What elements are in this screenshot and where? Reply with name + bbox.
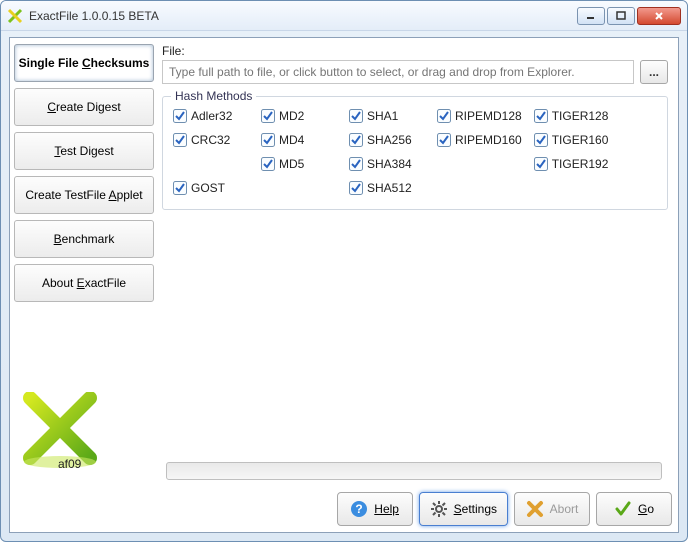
checkbox-icon <box>261 133 275 147</box>
checkbox-sha256[interactable]: SHA256 <box>349 131 425 149</box>
checkbox-icon <box>349 109 363 123</box>
checkbox-ripemd128[interactable]: RIPEMD128 <box>437 107 522 125</box>
checkbox-md2[interactable]: MD2 <box>261 107 337 125</box>
checkbox-icon <box>261 157 275 171</box>
checkbox-tiger128[interactable]: TIGER128 <box>534 107 610 125</box>
group-title: Hash Methods <box>171 89 256 103</box>
tab-create-testfile-applet[interactable]: Create TestFile Applet <box>14 176 154 214</box>
checkbox-adler32[interactable]: Adler32 <box>173 107 249 125</box>
brand-logo: af09 <box>14 388 154 480</box>
app-window: ExactFile 1.0.0.15 BETA Single File Chec… <box>0 0 688 542</box>
checkbox-md5[interactable]: MD5 <box>261 155 337 173</box>
checkbox-icon <box>534 109 548 123</box>
browse-button[interactable]: ... <box>640 60 668 84</box>
checkbox-sha384[interactable]: SHA384 <box>349 155 425 173</box>
checkbox-icon <box>349 157 363 171</box>
checkbox-icon <box>534 133 548 147</box>
gear-icon <box>430 500 448 518</box>
checkbox-icon <box>349 133 363 147</box>
checkbox-icon <box>437 109 451 123</box>
progress-bar <box>166 462 662 480</box>
help-icon: ? <box>350 500 368 518</box>
tab-about-exactfile[interactable]: About ExactFile <box>14 264 154 302</box>
checkbox-ripemd160[interactable]: RIPEMD160 <box>437 131 522 149</box>
cancel-icon <box>526 500 544 518</box>
minimize-button[interactable] <box>577 7 605 25</box>
checkbox-md4[interactable]: MD4 <box>261 131 337 149</box>
help-button[interactable]: ? Help <box>337 492 413 526</box>
bottom-toolbar: ? Help Settings Abort Go <box>10 486 678 532</box>
content-panel: File: ... Hash Methods Adler32 CRC32 GOST M… <box>158 38 678 486</box>
hash-methods-group: Hash Methods Adler32CRC32GOSTMD2MD4MD5SH… <box>162 96 668 210</box>
file-path-input[interactable] <box>162 60 634 84</box>
brand-text: af09 <box>58 457 82 471</box>
tab-test-digest[interactable]: Test Digest <box>14 132 154 170</box>
tab-single-file-checksums[interactable]: Single File Checksums <box>14 44 154 82</box>
client-area: Single File Checksums Create Digest Test… <box>9 37 679 533</box>
checkbox-icon <box>534 157 548 171</box>
window-title: ExactFile 1.0.0.15 BETA <box>29 9 577 23</box>
tab-create-digest[interactable]: Create Digest <box>14 88 154 126</box>
checkbox-gost[interactable]: GOST <box>173 179 249 197</box>
checkbox-icon <box>173 109 187 123</box>
checkbox-icon <box>261 109 275 123</box>
maximize-button[interactable] <box>607 7 635 25</box>
checkbox-crc32[interactable]: CRC32 <box>173 131 249 149</box>
sidebar: Single File Checksums Create Digest Test… <box>10 38 158 486</box>
checkbox-sha512[interactable]: SHA512 <box>349 179 425 197</box>
titlebar: ExactFile 1.0.0.15 BETA <box>1 1 687 31</box>
file-label: File: <box>162 44 668 58</box>
abort-button: Abort <box>514 492 590 526</box>
checkbox-tiger160[interactable]: TIGER160 <box>534 131 610 149</box>
checkbox-icon <box>173 133 187 147</box>
tab-benchmark[interactable]: Benchmark <box>14 220 154 258</box>
checkbox-icon <box>173 181 187 195</box>
settings-button[interactable]: Settings <box>419 492 508 526</box>
close-button[interactable] <box>637 7 681 25</box>
check-icon <box>614 500 632 518</box>
go-button[interactable]: Go <box>596 492 672 526</box>
checkbox-sha1[interactable]: SHA1 <box>349 107 425 125</box>
checkbox-icon <box>437 133 451 147</box>
window-controls <box>577 7 681 25</box>
checkbox-tiger192[interactable]: TIGER192 <box>534 155 610 173</box>
svg-text:?: ? <box>356 502 363 516</box>
app-icon <box>7 8 23 24</box>
checkbox-icon <box>349 181 363 195</box>
